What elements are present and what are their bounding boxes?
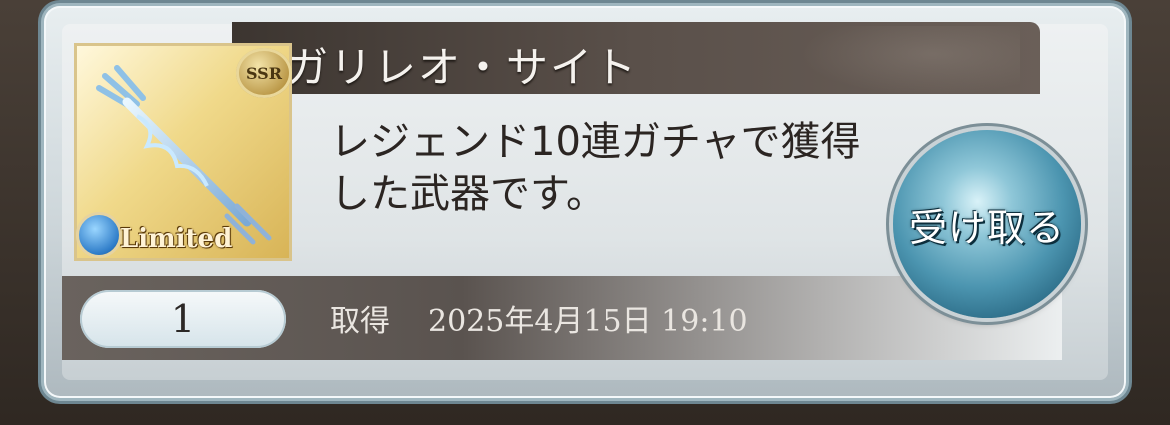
item-description: レジェンド10連ガチャで獲得した武器です。 bbox=[330, 119, 861, 217]
rarity-badge: SSR bbox=[236, 48, 292, 98]
item-name: ガリレオ・サイト bbox=[286, 43, 639, 92]
acquired-datetime: 2025年4月15日 19:10 bbox=[428, 304, 748, 339]
water-element-icon bbox=[76, 212, 122, 258]
quantity-badge: 1 bbox=[80, 290, 286, 348]
acquired-label: 取得 bbox=[330, 304, 390, 339]
receive-button-label: 受け取る bbox=[908, 205, 1065, 250]
receive-button[interactable]: 受け取る bbox=[893, 130, 1081, 318]
limited-tag: Limited bbox=[120, 224, 233, 254]
